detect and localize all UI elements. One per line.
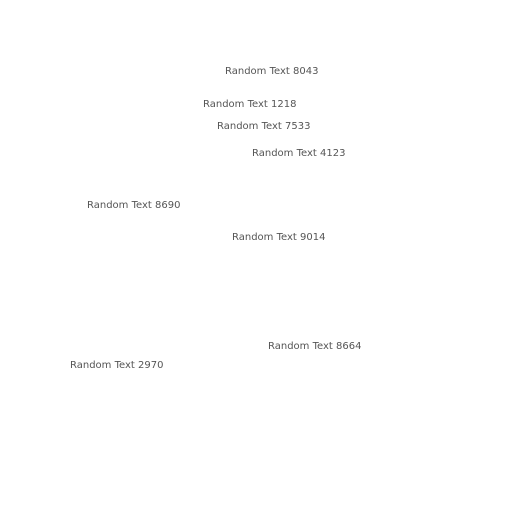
random-text-label: Random Text 8043 — [225, 66, 319, 77]
random-text-label: Random Text 1218 — [203, 99, 297, 110]
random-text-label: Random Text 8664 — [268, 341, 362, 352]
canvas: Random Text 8043 Random Text 1218 Random… — [0, 0, 512, 512]
random-text-label: Random Text 2970 — [70, 360, 164, 371]
random-text-label: Random Text 8690 — [87, 200, 181, 211]
random-text-label: Random Text 9014 — [232, 232, 326, 243]
random-text-label: Random Text 4123 — [252, 148, 346, 159]
random-text-label: Random Text 7533 — [217, 121, 311, 132]
